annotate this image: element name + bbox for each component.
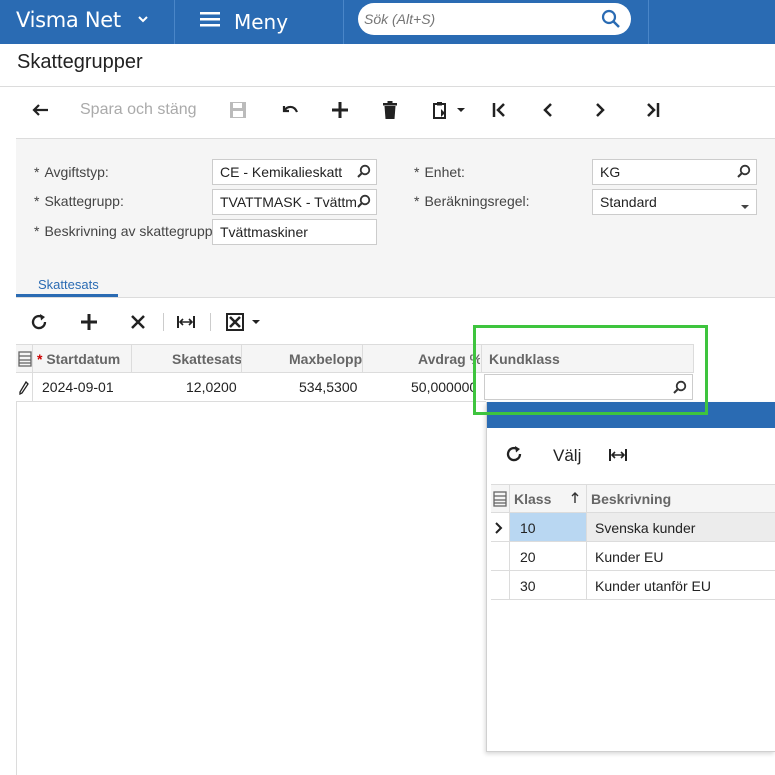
first-record-icon[interactable]	[488, 99, 512, 121]
enhet-field[interactable]: KG	[592, 159, 757, 185]
lookup-icon[interactable]	[357, 194, 371, 211]
column-klass[interactable]: Klass	[514, 491, 551, 507]
cell-startdatum[interactable]: 2024-09-01	[42, 379, 114, 395]
lookup-icon[interactable]	[737, 164, 751, 181]
divider	[509, 513, 510, 600]
enhet-label: * Enhet:	[414, 164, 465, 180]
menu-button[interactable]: Meny	[234, 10, 288, 34]
divider	[16, 401, 17, 775]
row-pointer-icon	[495, 521, 503, 539]
divider	[343, 0, 344, 44]
delete-row-icon[interactable]	[127, 311, 149, 333]
divider	[0, 86, 775, 87]
divider	[241, 345, 242, 373]
back-icon[interactable]	[28, 99, 52, 121]
skattegrupp-field[interactable]: TVATTMASK - Tvättma	[212, 189, 377, 215]
save-icon[interactable]	[226, 99, 250, 121]
column-settings-icon[interactable]	[18, 351, 32, 372]
refresh-icon[interactable]	[28, 311, 50, 333]
berakningsregel-label: * Beräkningsregel:	[414, 193, 530, 209]
cell-avdrag[interactable]: 50,000000	[411, 379, 475, 395]
cell-skattesats[interactable]: 12,0200	[186, 379, 237, 395]
column-skattesats[interactable]: Skattesats	[172, 351, 242, 367]
beskrivning-field[interactable]: Tvättmaskiner	[212, 219, 377, 245]
previous-record-icon[interactable]	[536, 99, 560, 121]
add-icon[interactable]	[328, 99, 352, 121]
beskrivning-label: * Beskrivning av skattegrupp:	[34, 223, 217, 239]
undo-icon[interactable]	[278, 99, 302, 121]
skattegrupp-label: * Skattegrupp:	[34, 193, 124, 209]
search-box[interactable]	[358, 3, 631, 35]
column-maxbelopp[interactable]: Maxbelopp	[289, 351, 362, 367]
delete-icon[interactable]	[378, 99, 402, 121]
avgiftstyp-field[interactable]: CE - Kemikalieskatt	[212, 159, 377, 185]
divider	[648, 0, 649, 44]
divider	[509, 485, 510, 513]
cell-beskrivning[interactable]: Svenska kunder	[595, 520, 695, 536]
avgiftstyp-label: * Avgiftstyp:	[34, 164, 109, 180]
divider	[586, 485, 587, 513]
add-row-icon[interactable]	[78, 311, 100, 333]
brand-name[interactable]: Visma Net	[16, 8, 121, 32]
clipboard-menu-icon[interactable]	[430, 99, 468, 121]
column-avdrag[interactable]: Avdrag %	[418, 351, 480, 367]
list-item[interactable]: 30 Kunder utanför EU	[491, 571, 775, 600]
next-record-icon[interactable]	[588, 99, 612, 121]
search-input[interactable]	[364, 9, 594, 29]
divider	[131, 345, 132, 373]
berakningsregel-select[interactable]: Standard	[592, 189, 757, 215]
export-excel-icon[interactable]	[225, 311, 263, 333]
cell-klass[interactable]: 30	[520, 578, 536, 594]
cell-beskrivning[interactable]: Kunder EU	[595, 549, 663, 565]
save-and-close-button[interactable]: Spara och stäng	[80, 101, 197, 119]
sort-ascending-icon[interactable]	[571, 491, 579, 509]
cell-beskrivning[interactable]: Kunder utanför EU	[595, 578, 711, 594]
column-startdatum[interactable]: * Startdatum	[37, 351, 141, 367]
cell-klass[interactable]: 10	[520, 520, 536, 536]
column-settings-icon[interactable]	[493, 491, 507, 512]
tab-skattesats[interactable]: Skattesats	[38, 277, 99, 292]
fit-columns-icon[interactable]	[608, 447, 628, 468]
divider	[362, 345, 363, 373]
popup-grid-header: Klass Beskrivning	[491, 484, 775, 513]
cell-klass[interactable]: 20	[520, 549, 536, 565]
last-record-icon[interactable]	[640, 99, 664, 121]
divider	[32, 345, 33, 373]
lookup-icon[interactable]	[357, 164, 371, 181]
highlight-box	[473, 325, 708, 415]
divider	[174, 0, 175, 44]
cell-maxbelopp[interactable]: 534,5300	[299, 379, 357, 395]
refresh-icon[interactable]	[505, 445, 525, 465]
search-icon[interactable]	[601, 9, 621, 29]
chevron-down-icon[interactable]	[739, 198, 751, 214]
divider	[210, 313, 211, 331]
divider	[16, 401, 486, 402]
chevron-down-icon[interactable]	[136, 12, 150, 29]
hamburger-icon[interactable]	[200, 10, 220, 34]
list-item[interactable]: 10 Svenska kunder	[491, 513, 775, 542]
column-beskrivning[interactable]: Beskrivning	[591, 491, 671, 507]
page-title: Skattegrupper	[17, 51, 143, 73]
list-item[interactable]: 20 Kunder EU	[491, 542, 775, 571]
divider	[163, 313, 164, 331]
top-bar: Visma Net Meny	[0, 0, 775, 44]
divider	[16, 138, 775, 139]
divider	[16, 297, 775, 298]
select-button[interactable]: Välj	[553, 446, 581, 466]
fit-columns-icon[interactable]	[175, 311, 197, 333]
divider	[586, 513, 587, 600]
edit-pencil-icon	[19, 380, 29, 400]
divider	[32, 373, 33, 402]
